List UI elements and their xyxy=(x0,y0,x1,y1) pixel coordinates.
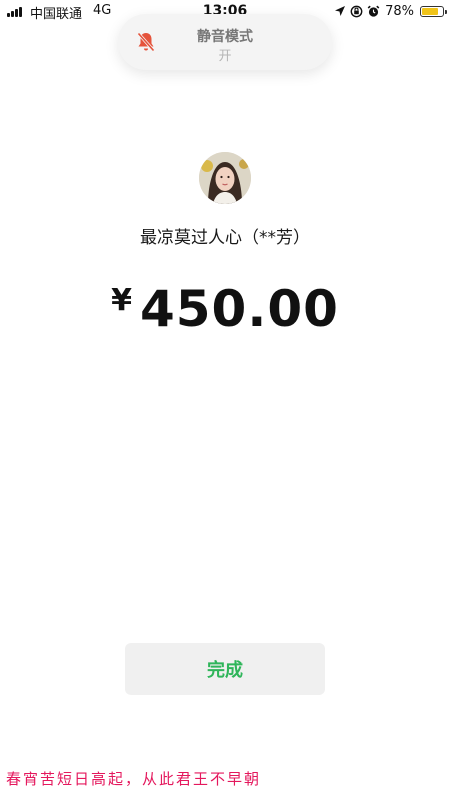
payment-amount: ¥450.00 xyxy=(0,280,450,338)
silent-mode-title: 静音模式 xyxy=(197,29,253,45)
payee-avatar xyxy=(199,152,251,204)
alarm-icon xyxy=(367,5,380,17)
battery-percent: 78% xyxy=(385,3,414,19)
orientation-lock-icon xyxy=(350,5,363,17)
footer-poem-caption: 春宵苦短日高起，从此君王不早朝 xyxy=(6,770,262,788)
payee-name: 最凉莫过人心（**芳） xyxy=(140,228,310,248)
silent-mode-banner: 静音模式 开 xyxy=(118,14,332,70)
amount-value: 450.00 xyxy=(139,280,339,338)
status-right-icons: 78% xyxy=(334,2,447,20)
currency-symbol: ¥ xyxy=(111,283,132,318)
location-arrow-icon xyxy=(335,6,346,16)
battery-icon xyxy=(420,5,447,17)
silent-mode-state: 开 xyxy=(218,49,232,64)
done-button[interactable]: 完成 xyxy=(125,643,325,695)
battery-fill xyxy=(422,7,438,15)
